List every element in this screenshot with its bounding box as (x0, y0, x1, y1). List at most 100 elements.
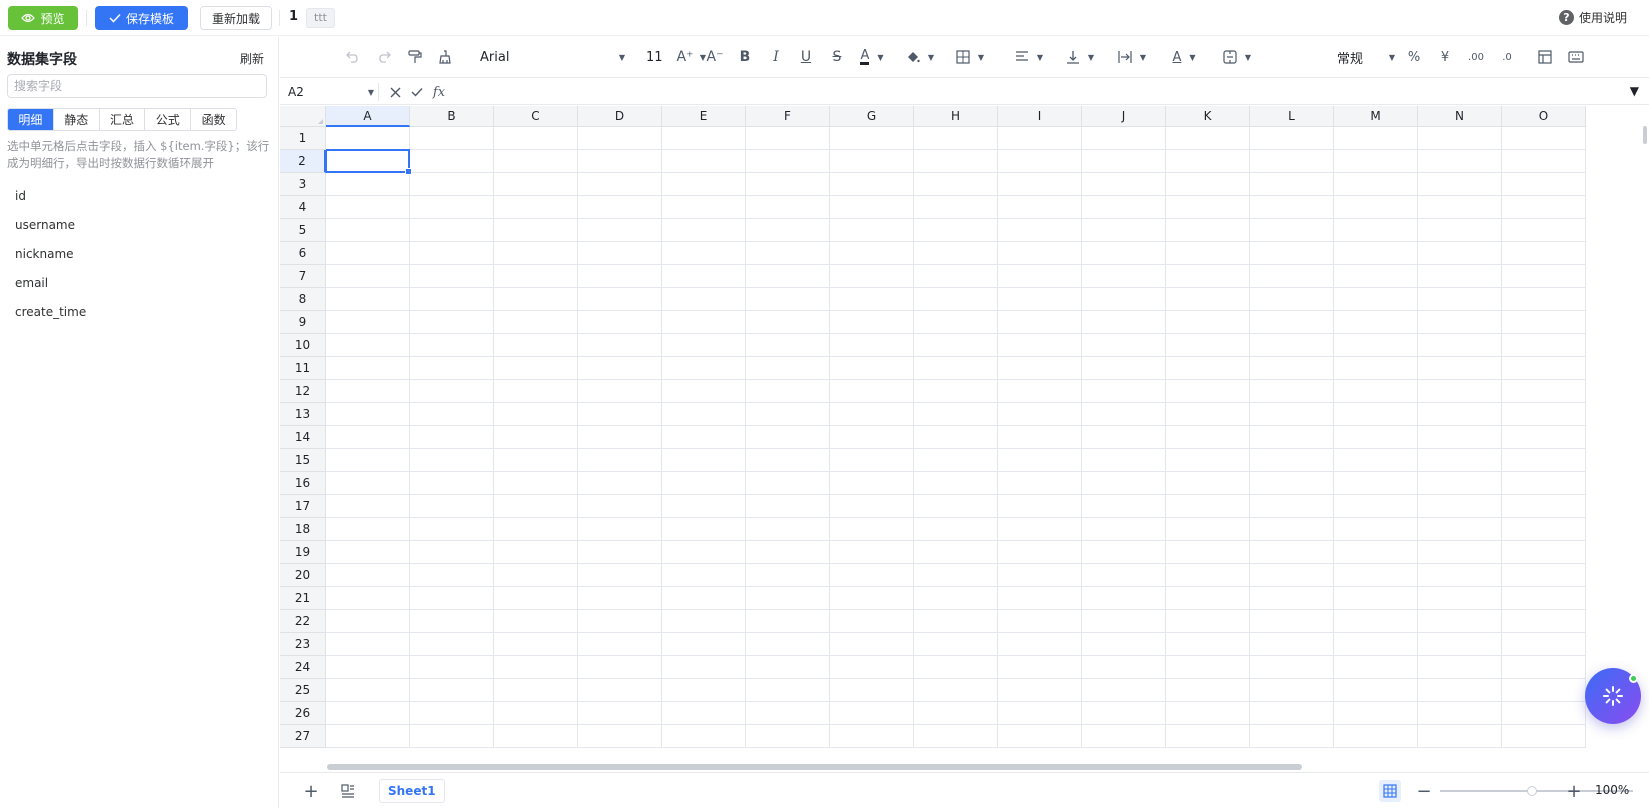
sheet-list-button[interactable] (337, 780, 359, 802)
bold-button[interactable]: B (734, 45, 756, 69)
text-rotate-button[interactable]: A ▼ (1166, 45, 1202, 69)
row-header[interactable]: 23 (280, 633, 326, 656)
redo-button[interactable] (373, 45, 395, 69)
column-header[interactable]: E (662, 106, 746, 127)
row-header[interactable]: 4 (280, 196, 326, 219)
vertical-align-button[interactable]: ▼ (1062, 45, 1098, 69)
formula-input[interactable] (460, 82, 1610, 102)
row-header[interactable]: 22 (280, 610, 326, 633)
field-item[interactable]: username (0, 211, 279, 240)
preview-button[interactable]: 预览 (8, 6, 78, 30)
tab-formula[interactable]: 公式 (144, 109, 190, 130)
row-header[interactable]: 16 (280, 472, 326, 495)
column-header[interactable]: K (1166, 106, 1250, 127)
row-header[interactable]: 10 (280, 334, 326, 357)
field-search-input[interactable] (7, 74, 267, 98)
freeze-panes-button[interactable] (1534, 45, 1556, 69)
decrease-decimal-button[interactable]: .0 (1496, 45, 1518, 69)
field-item[interactable]: create_time (0, 298, 279, 327)
column-header[interactable]: M (1334, 106, 1418, 127)
tab-summary[interactable]: 汇总 (98, 109, 145, 130)
row-header[interactable]: 27 (280, 725, 326, 748)
clear-format-button[interactable] (434, 45, 456, 69)
increase-font-button[interactable]: A⁺ (674, 45, 696, 69)
row-header[interactable]: 19 (280, 541, 326, 564)
fill-color-button[interactable]: ▼ (902, 45, 938, 69)
expand-formula-button[interactable]: ▼ (1630, 84, 1639, 98)
spreadsheet-grid[interactable]: A B C D E F G H I J K L M N O 1 2 3 4 5 6 7 8 9 10 11 12 13 14 15 16 17… (280, 106, 1649, 771)
row-header[interactable]: 25 (280, 679, 326, 702)
row-header[interactable]: 6 (280, 242, 326, 265)
row-header[interactable]: 8 (280, 288, 326, 311)
row-header[interactable]: 5 (280, 219, 326, 242)
horizontal-scrollbar[interactable] (327, 764, 1302, 770)
percent-format-button[interactable]: % (1403, 45, 1425, 69)
row-header[interactable]: 9 (280, 311, 326, 334)
zoom-slider-handle[interactable] (1527, 786, 1537, 796)
cell-name-box[interactable]: A2 ▼ (288, 82, 374, 102)
column-header[interactable]: J (1082, 106, 1166, 127)
reload-button[interactable]: 重新加载 (200, 6, 272, 30)
underline-button[interactable]: U (795, 45, 817, 69)
cancel-edit-button[interactable] (386, 82, 404, 102)
row-header[interactable]: 24 (280, 656, 326, 679)
vertical-scrollbar[interactable] (1643, 126, 1647, 144)
row-header[interactable]: 17 (280, 495, 326, 518)
merge-cells-button[interactable]: ▼ (1219, 45, 1255, 69)
zoom-out-button[interactable]: − (1413, 780, 1435, 802)
add-sheet-button[interactable]: + (300, 780, 322, 802)
help-link[interactable]: ? 使用说明 (1558, 9, 1627, 26)
row-header[interactable]: 18 (280, 518, 326, 541)
column-header[interactable]: B (410, 106, 494, 127)
text-wrap-button[interactable]: ▼ (1114, 45, 1150, 69)
refresh-button[interactable]: 刷新 (240, 50, 264, 67)
field-item[interactable]: email (0, 269, 279, 298)
select-all-corner[interactable] (280, 106, 326, 127)
row-header[interactable]: 12 (280, 380, 326, 403)
column-header[interactable]: I (998, 106, 1082, 127)
insert-function-button[interactable]: fx (430, 82, 448, 102)
font-family-select[interactable]: Arial ▼ (480, 45, 625, 69)
column-header[interactable]: N (1418, 106, 1502, 127)
column-header[interactable]: L (1250, 106, 1334, 127)
column-header[interactable]: F (746, 106, 830, 127)
font-color-button[interactable]: A ▼ (854, 45, 890, 69)
zoom-in-button[interactable]: + (1563, 780, 1585, 802)
tab-static[interactable]: 静态 (52, 109, 99, 130)
increase-decimal-button[interactable]: .00 (1465, 45, 1487, 69)
row-header[interactable]: 15 (280, 449, 326, 472)
column-header[interactable]: A (326, 106, 410, 127)
column-header[interactable]: D (578, 106, 662, 127)
horizontal-align-button[interactable]: ▼ (1011, 45, 1047, 69)
border-button[interactable]: ▼ (952, 45, 988, 69)
strikethrough-button[interactable]: S (826, 45, 848, 69)
row-header[interactable]: 7 (280, 265, 326, 288)
keyboard-button[interactable] (1565, 45, 1587, 69)
row-header[interactable]: 21 (280, 587, 326, 610)
format-painter-button[interactable] (404, 45, 426, 69)
undo-button[interactable] (342, 45, 364, 69)
decrease-font-button[interactable]: A⁻ (704, 45, 726, 69)
gridlines-toggle-button[interactable] (1379, 780, 1401, 802)
tab-detail[interactable]: 明细 (8, 109, 53, 130)
row-header[interactable]: 14 (280, 426, 326, 449)
field-item[interactable]: id (0, 182, 279, 211)
column-header[interactable]: O (1502, 106, 1586, 127)
row-header[interactable]: 20 (280, 564, 326, 587)
confirm-edit-button[interactable] (408, 82, 426, 102)
column-header[interactable]: G (830, 106, 914, 127)
save-template-button[interactable]: 保存模板 (95, 6, 188, 30)
field-item[interactable]: nickname (0, 240, 279, 269)
row-header[interactable]: 2 (280, 150, 326, 173)
ai-assistant-button[interactable] (1585, 668, 1641, 724)
row-header[interactable]: 11 (280, 357, 326, 380)
row-header[interactable]: 13 (280, 403, 326, 426)
row-header[interactable]: 26 (280, 702, 326, 725)
tab-function[interactable]: 函数 (190, 109, 236, 130)
column-header[interactable]: H (914, 106, 998, 127)
currency-format-button[interactable]: ¥ (1434, 45, 1456, 69)
row-header[interactable]: 1 (280, 127, 326, 150)
number-format-select[interactable]: 常规 ▼ (1337, 45, 1395, 69)
sheet-tab-sheet1[interactable]: Sheet1 (379, 779, 445, 803)
italic-button[interactable]: I (765, 45, 787, 69)
